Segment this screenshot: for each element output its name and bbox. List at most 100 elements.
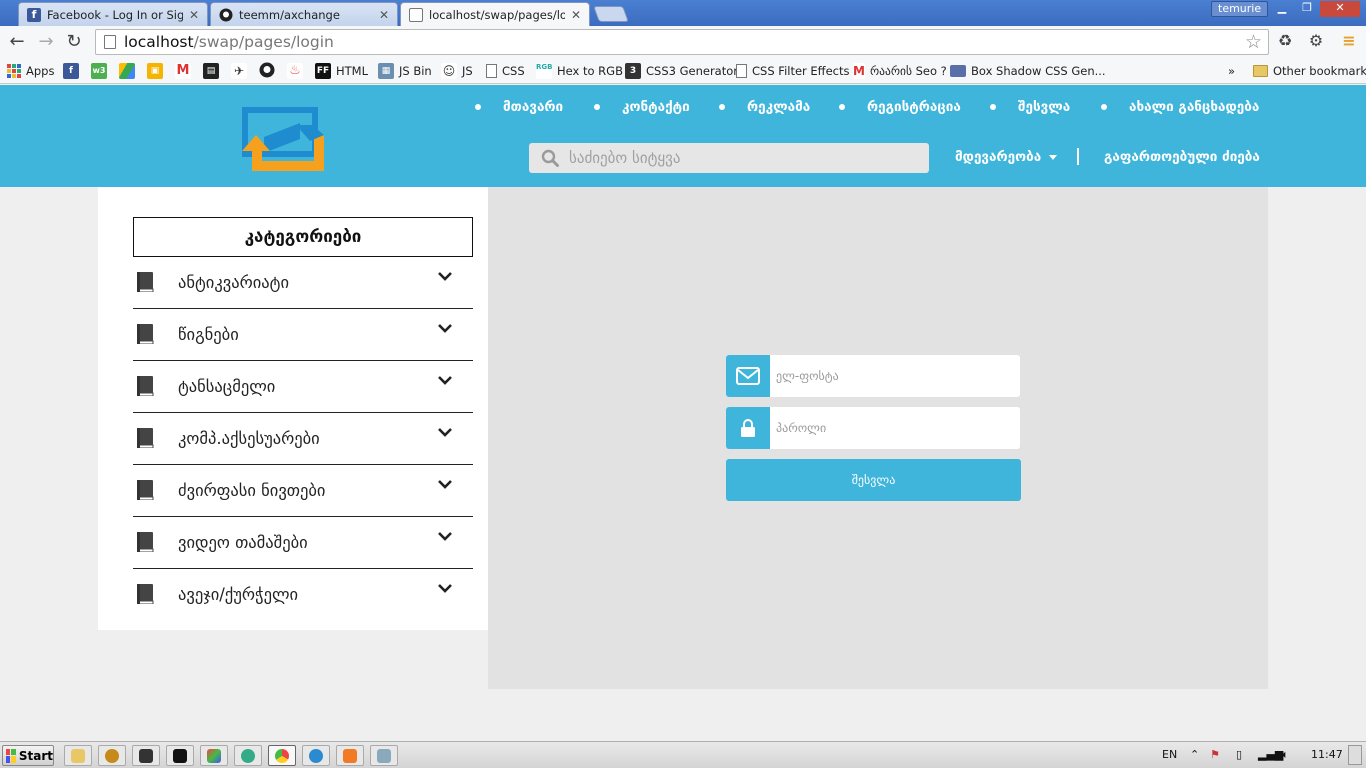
bookmark-star-icon[interactable]: ☆ [1245,31,1262,53]
category-item[interactable]: ტანსაცმელი [133,361,473,413]
signal-icon[interactable]: ▂▄▆ [1258,748,1283,761]
category-item[interactable]: კომპ.აქსესუარები [133,413,473,465]
chevron-down-icon[interactable] [437,269,453,285]
folder-icon [1253,65,1268,77]
jsbin-icon: ▦ [378,63,394,79]
close-window-icon[interactable]: ✕ [1320,1,1360,17]
bookmark-seo[interactable]: M რაარის Seo ? [853,62,947,80]
explorer-icon[interactable] [64,745,92,766]
chevron-down-icon[interactable] [437,477,453,493]
film-app-icon[interactable] [132,745,160,766]
close-icon[interactable]: ✕ [571,8,581,22]
chevron-down-icon[interactable] [437,425,453,441]
bookmark-css-filter-effects[interactable]: CSS Filter Effects [736,62,850,80]
tab-facebook[interactable]: f Facebook - Log In or Sign Up ✕ [18,2,208,26]
close-icon[interactable]: ✕ [379,8,389,22]
bookmark-jsbin[interactable]: ▦ JS Bin [378,62,432,80]
github-icon [219,8,233,22]
globe-icon[interactable] [234,745,262,766]
bookmark-hex-to-rgb[interactable]: RGB Hex to RGB [536,62,623,80]
tab-github[interactable]: teemm/axchange ✕ [210,2,398,26]
recycle-extension-icon[interactable]: ♻ [1275,31,1295,51]
category-item[interactable]: ავეჯი/ქურჭელი [133,569,473,621]
nav-registration[interactable]: რეგისტრაცია [839,99,961,115]
css3-icon: 3 [625,63,641,79]
email-input[interactable] [770,355,1020,397]
profile-badge[interactable]: temurie [1211,1,1269,17]
menu-icon[interactable]: ≡ [1339,31,1359,51]
other-bookmarks[interactable]: Other bookmarks [1253,62,1366,80]
category-item[interactable]: ანტიკვარიატი [133,257,473,309]
github-icon [259,62,275,81]
tray-expand-icon[interactable]: ⌃ [1190,748,1199,761]
chevron-down-icon[interactable] [437,529,453,545]
volume-icon[interactable]: 🔈︎ [1282,748,1289,762]
media-player-icon[interactable] [98,745,126,766]
cat-icon: ☺ [441,63,457,79]
advanced-search-link[interactable]: გაფართოებული ძიება [1104,149,1260,165]
category-label: ვიდეო თამაშები [178,533,308,552]
browser-toolbar: ← → ↻ localhost /swap/pages/login ☆ ♻ ⚙ … [0,26,1366,58]
restore-icon[interactable]: ❐ [1295,1,1319,17]
os-taskbar: Start EN ⌃ ⚑ ▯ ▂▄▆ 🔈︎ 11:47 [0,741,1366,768]
site-logo[interactable] [240,105,326,173]
tab-login[interactable]: localhost/swap/pages/login ✕ [400,2,590,27]
battery-icon[interactable]: ▯ [1236,748,1242,761]
show-desktop-button[interactable] [1348,745,1362,765]
bookmark-film[interactable]: ▤ [203,62,219,80]
bookmark-js[interactable]: ☺ JS [441,62,473,80]
category-item[interactable]: ძვირფასი ნივთები [133,465,473,517]
nav-login[interactable]: შესვლა [990,99,1070,115]
chevron-down-icon[interactable] [437,581,453,597]
category-item[interactable]: წიგნები [133,309,473,361]
login-button[interactable]: შესვლა [726,459,1021,501]
minimize-icon[interactable]: ▁ [1270,1,1294,17]
film-extension-icon[interactable]: ⚙ [1306,31,1326,51]
new-tab-button[interactable] [593,6,629,22]
bookmark-box-shadow[interactable]: Box Shadow CSS Gen... [950,62,1106,80]
category-item[interactable]: ვიდეო თამაშები [133,517,473,569]
bookmark-bird[interactable]: ✈ [231,62,247,80]
bookmark-drive[interactable] [119,62,135,80]
back-icon[interactable]: ← [7,32,27,52]
bookmark-label: Box Shadow CSS Gen... [971,64,1106,78]
help-dropdown[interactable]: მდევარეობა [955,149,1058,165]
close-icon[interactable]: ✕ [189,8,199,22]
reload-icon[interactable]: ↻ [64,32,84,52]
lock-icon [726,407,770,449]
bookmark-fire[interactable]: ♨ [287,62,303,80]
colors-app-icon[interactable] [200,745,228,766]
search-input[interactable] [569,149,909,167]
xampp-icon[interactable] [336,745,364,766]
chevron-down-icon[interactable] [437,321,453,337]
search-icon[interactable] [541,149,559,167]
start-button[interactable]: Start [2,745,54,766]
bookmarks-overflow[interactable]: » [1228,62,1235,80]
bookmark-classroom[interactable]: ▣ [147,62,163,80]
password-input[interactable] [770,407,1020,449]
bookmark-apps[interactable]: Apps [7,62,54,80]
bookmark-css3-generator[interactable]: 3 CSS3 Generator [625,62,738,80]
address-bar[interactable]: localhost /swap/pages/login ☆ [95,29,1269,55]
bookmark-facebook[interactable]: f [63,62,79,80]
box-icon [950,65,966,77]
nav-new-listing[interactable]: ახალი განცხადება [1101,99,1259,115]
bookmark-label: CSS Filter Effects [752,64,850,78]
bookmark-css[interactable]: CSS [486,62,525,80]
forward-icon[interactable]: → [36,32,56,52]
language-indicator[interactable]: EN [1162,748,1177,761]
network-app-icon[interactable] [302,745,330,766]
bookmark-github[interactable] [259,62,275,80]
action-center-icon[interactable]: ⚑ [1210,748,1220,761]
cmd-icon[interactable] [166,745,194,766]
bookmark-gmail[interactable]: M [175,62,191,80]
bookmark-html[interactable]: FF HTML [315,62,368,80]
chevron-down-icon[interactable] [437,373,453,389]
nav-contact[interactable]: კონტაქტი [594,99,690,115]
nav-advertising[interactable]: რეკლამა [719,99,810,115]
clock[interactable]: 11:47 [1311,748,1343,761]
tools-app-icon[interactable] [370,745,398,766]
bookmark-w3[interactable]: w3 [91,62,107,80]
nav-home[interactable]: მთავარი [475,99,563,115]
chrome-icon[interactable] [268,745,296,766]
